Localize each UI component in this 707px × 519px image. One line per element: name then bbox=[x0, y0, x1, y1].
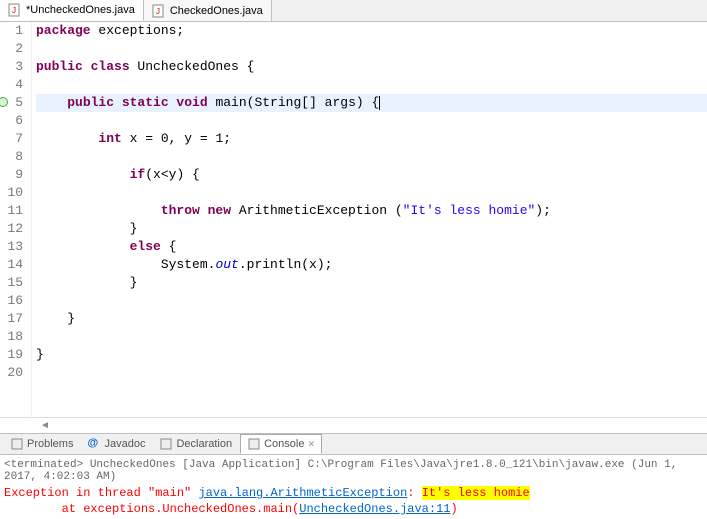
tab-label: CheckedOnes.java bbox=[170, 5, 263, 17]
line-number: 11 bbox=[0, 202, 23, 220]
line-number: 18 bbox=[0, 328, 23, 346]
panel-tab-declaration[interactable]: Declaration bbox=[153, 435, 238, 453]
editor-tab[interactable]: J *UncheckedOnes.java bbox=[0, 0, 144, 21]
code-line[interactable]: else { bbox=[36, 238, 707, 256]
console-line: Exception in thread "main" java.lang.Ari… bbox=[4, 485, 703, 501]
line-gutter: 1234567891011121314151617181920 bbox=[0, 22, 32, 417]
line-number: 5 bbox=[0, 94, 23, 112]
exception-message: It's less homie bbox=[422, 486, 530, 500]
line-number: 4 bbox=[0, 76, 23, 94]
editor-tabs: J *UncheckedOnes.java J CheckedOnes.java bbox=[0, 0, 707, 22]
close-icon[interactable]: ✕ bbox=[307, 439, 315, 450]
line-number: 14 bbox=[0, 256, 23, 274]
code-editor[interactable]: 1234567891011121314151617181920 package … bbox=[0, 22, 707, 417]
code-line[interactable] bbox=[36, 148, 707, 166]
line-number: 9 bbox=[0, 166, 23, 184]
exception-link[interactable]: java.lang.ArithmeticException bbox=[198, 486, 407, 500]
code-line[interactable] bbox=[36, 364, 707, 382]
svg-text:J: J bbox=[12, 6, 16, 15]
code-line[interactable]: public static void main(String[] args) { bbox=[36, 94, 707, 112]
stacktrace-link[interactable]: UncheckedOnes.java:11 bbox=[299, 502, 450, 516]
svg-text:J: J bbox=[156, 7, 160, 16]
code-line[interactable]: } bbox=[36, 346, 707, 364]
code-line[interactable]: if(x<y) { bbox=[36, 166, 707, 184]
code-line[interactable]: throw new ArithmeticException ("It's les… bbox=[36, 202, 707, 220]
line-number: 15 bbox=[0, 274, 23, 292]
code-area[interactable]: package exceptions; public class Unchecke… bbox=[32, 22, 707, 417]
line-number: 6 bbox=[0, 112, 23, 130]
declaration-icon bbox=[159, 437, 173, 451]
panel-tab-console[interactable]: Console ✕ bbox=[240, 434, 322, 454]
console-header: <terminated> UncheckedOnes [Java Applica… bbox=[4, 457, 703, 485]
code-line[interactable] bbox=[36, 292, 707, 310]
code-line[interactable] bbox=[36, 76, 707, 94]
terminated-label: <terminated> bbox=[4, 459, 90, 471]
code-line[interactable] bbox=[36, 40, 707, 58]
console-line: at exceptions.UncheckedOnes.main(Uncheck… bbox=[4, 501, 703, 517]
tab-label: *UncheckedOnes.java bbox=[26, 4, 135, 16]
code-line[interactable]: public class UncheckedOnes { bbox=[36, 58, 707, 76]
line-number: 8 bbox=[0, 148, 23, 166]
console-panel: <terminated> UncheckedOnes [Java Applica… bbox=[0, 455, 707, 519]
line-number: 10 bbox=[0, 184, 23, 202]
panel-tab-label: Declaration bbox=[176, 438, 232, 450]
code-line[interactable] bbox=[36, 184, 707, 202]
line-number: 20 bbox=[0, 364, 23, 382]
line-number: 7 bbox=[0, 130, 23, 148]
panel-tab-label: Problems bbox=[27, 438, 73, 450]
javadoc-icon: @ bbox=[87, 437, 101, 451]
gutter-marker-icon[interactable] bbox=[0, 97, 8, 107]
panel-tab-label: Console bbox=[264, 438, 304, 450]
code-line[interactable]: } bbox=[36, 274, 707, 292]
line-number: 3 bbox=[0, 58, 23, 76]
horizontal-scrollbar[interactable]: ◄ bbox=[0, 417, 707, 433]
line-number: 16 bbox=[0, 292, 23, 310]
java-file-icon: J bbox=[152, 4, 166, 18]
bottom-panel-tabs: Problems @Javadoc Declaration Console ✕ bbox=[0, 433, 707, 455]
code-line[interactable]: } bbox=[36, 310, 707, 328]
code-line[interactable]: System.out.println(x); bbox=[36, 256, 707, 274]
code-line[interactable]: int x = 0, y = 1; bbox=[36, 130, 707, 148]
line-number: 2 bbox=[0, 40, 23, 58]
scroll-left-icon[interactable]: ◄ bbox=[40, 420, 52, 432]
java-file-icon: J bbox=[8, 3, 22, 17]
line-number: 19 bbox=[0, 346, 23, 364]
code-line[interactable] bbox=[36, 112, 707, 130]
editor-tab[interactable]: J CheckedOnes.java bbox=[144, 0, 272, 21]
console-icon bbox=[247, 437, 261, 451]
panel-tab-problems[interactable]: Problems bbox=[4, 435, 79, 453]
problems-icon bbox=[10, 437, 24, 451]
console-app-path: UncheckedOnes [Java Application] C:\Prog… bbox=[4, 459, 677, 483]
text-cursor bbox=[379, 96, 380, 110]
code-line[interactable]: } bbox=[36, 220, 707, 238]
line-number: 13 bbox=[0, 238, 23, 256]
line-number: 12 bbox=[0, 220, 23, 238]
panel-tab-javadoc[interactable]: @Javadoc bbox=[81, 435, 151, 453]
line-number: 17 bbox=[0, 310, 23, 328]
line-number: 1 bbox=[0, 22, 23, 40]
code-line[interactable] bbox=[36, 328, 707, 346]
panel-tab-label: Javadoc bbox=[104, 438, 145, 450]
code-line[interactable]: package exceptions; bbox=[36, 22, 707, 40]
